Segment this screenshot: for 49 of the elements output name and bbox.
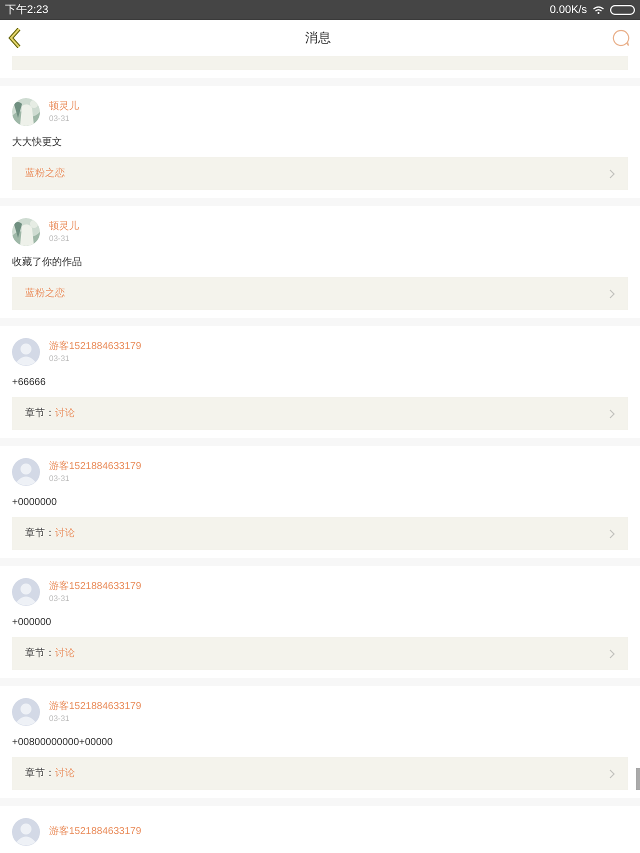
work-link[interactable]: 蓝粉之恋 xyxy=(12,157,628,190)
message-text: 大大快更文 xyxy=(12,136,62,150)
user-name[interactable]: 游客1521884633179 xyxy=(49,460,142,472)
user-name[interactable]: 顿灵儿 xyxy=(49,100,79,112)
chevron-right-icon xyxy=(609,168,615,178)
avatar-icon xyxy=(12,818,40,846)
chevron-right-icon xyxy=(609,648,615,658)
user-name[interactable]: 游客1521884633179 xyxy=(49,826,142,838)
avatar-icon xyxy=(12,698,40,726)
wifi-icon xyxy=(593,6,604,14)
chevron-right-icon xyxy=(609,768,615,778)
message-text: +00800000000+00000 xyxy=(12,736,113,750)
message-date: 03-31 xyxy=(49,592,70,604)
scrollbar xyxy=(636,768,640,790)
user-name[interactable]: 游客1521884633179 xyxy=(49,580,142,592)
message-text: +0000000 xyxy=(12,496,57,510)
work-link[interactable]: 章节：讨论 xyxy=(12,517,628,550)
message-date: 03-31 xyxy=(49,112,70,124)
message-text: +000000 xyxy=(12,616,52,630)
message-text: 收藏了你的作品 xyxy=(12,256,82,270)
status-time: 下午2:23 xyxy=(5,2,48,18)
work-title: 蓝粉之恋 xyxy=(25,286,65,301)
work-link[interactable]: 章节：讨论 xyxy=(12,637,628,670)
page-title: 消息 xyxy=(305,29,331,48)
message-date: 03-31 xyxy=(49,352,70,364)
avatar-icon xyxy=(12,578,40,606)
comment-button[interactable] xyxy=(612,29,630,47)
chapter-link-text: 章节：讨论 xyxy=(25,766,75,781)
chevron-right-icon xyxy=(609,528,615,538)
message-text: +66666 xyxy=(12,376,46,390)
avatar-icon xyxy=(12,458,40,486)
work-link[interactable]: 章节：讨论 xyxy=(12,757,628,790)
message-date: 03-31 xyxy=(49,472,70,484)
battery-icon xyxy=(610,5,635,15)
avatar-icon xyxy=(12,338,40,366)
message-date: 03-31 xyxy=(49,712,70,724)
chevron-right-icon xyxy=(609,288,615,298)
chapter-link-text: 章节：讨论 xyxy=(25,646,75,661)
chevron-right-icon xyxy=(609,408,615,418)
message-date: 03-31 xyxy=(49,232,70,244)
chapter-link-text: 章节：讨论 xyxy=(25,406,75,421)
work-title: 蓝粉之恋 xyxy=(25,166,65,181)
work-link[interactable]: 蓝粉之恋 xyxy=(12,277,628,310)
user-name[interactable]: 游客1521884633179 xyxy=(49,340,142,352)
network-speed: 0.00K/s xyxy=(550,2,587,18)
user-name[interactable]: 顿灵儿 xyxy=(49,220,79,232)
work-link[interactable]: 章节：讨论 xyxy=(12,397,628,430)
chapter-link-text: 章节：讨论 xyxy=(25,526,75,541)
user-name[interactable]: 游客1521884633179 xyxy=(49,700,142,712)
